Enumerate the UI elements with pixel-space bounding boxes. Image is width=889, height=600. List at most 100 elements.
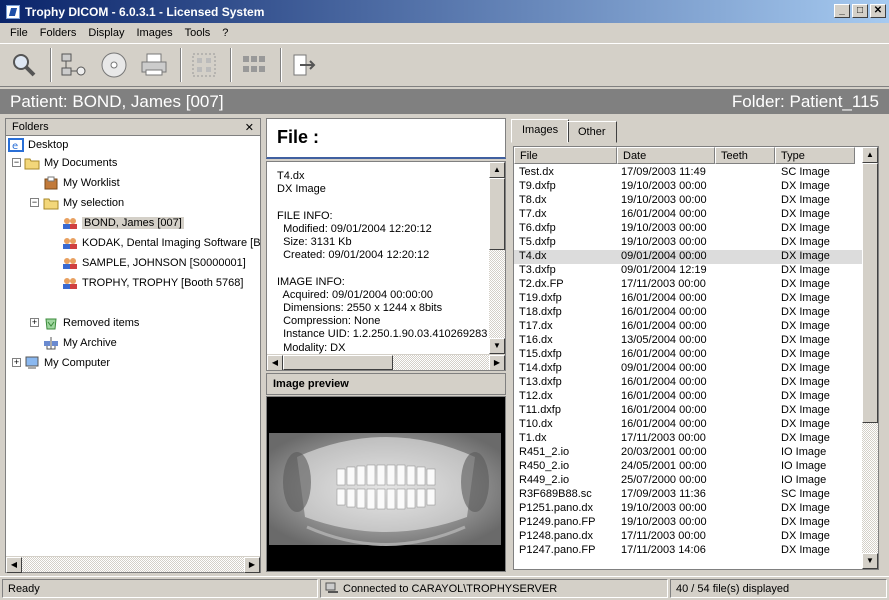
menu-help[interactable]: ? <box>216 27 234 39</box>
type-cell: DX Image <box>781 418 830 430</box>
tree-item-my-selection[interactable]: My selection <box>43 194 124 212</box>
table-row[interactable]: T2.dx.FP 17/11/2003 00:00 DX Image <box>514 278 862 292</box>
toolbar-separator <box>230 48 232 82</box>
table-row[interactable]: R449_2.io 25/07/2000 00:00 IO Image <box>514 474 862 488</box>
table-row[interactable]: T19.dxfp 16/01/2004 00:00 DX Image <box>514 292 862 306</box>
table-row[interactable]: T11.dxfp 16/01/2004 00:00 DX Image <box>514 404 862 418</box>
table-row[interactable]: T12.dx 16/01/2004 00:00 DX Image <box>514 390 862 404</box>
connection-text: Connected to CARAYOL\TROPHYSERVER <box>343 583 558 595</box>
file-name-cell: T6.dxfp <box>519 222 556 234</box>
table-row[interactable]: P1247.pano.FP 17/11/2003 14:06 DX Image <box>514 544 862 558</box>
expander-removed-items[interactable]: + <box>30 318 39 327</box>
mosaic-button[interactable] <box>236 47 272 83</box>
menu-tools[interactable]: Tools <box>179 27 217 39</box>
table-row[interactable]: T18.dxfp 16/01/2004 00:00 DX Image <box>514 306 862 320</box>
scroll-up-icon[interactable]: ▲ <box>862 147 878 163</box>
scroll-down-icon[interactable]: ▼ <box>862 553 878 569</box>
close-button[interactable]: ✕ <box>870 4 886 18</box>
table-row[interactable]: P1249.pano.FP 19/10/2003 00:00 DX Image <box>514 516 862 530</box>
table-row[interactable]: T7.dx 16/01/2004 00:00 DX Image <box>514 208 862 222</box>
table-row[interactable]: P1251.pano.dx 19/10/2003 00:00 DX Image <box>514 502 862 516</box>
date-cell: 19/10/2003 00:00 <box>621 516 707 528</box>
column-header-teeth[interactable]: Teeth <box>715 147 775 164</box>
folders-horizontal-scrollbar[interactable]: ◀ ▶ <box>6 556 260 573</box>
app-icon <box>6 4 20 19</box>
menu-images[interactable]: Images <box>131 27 179 39</box>
maximize-button[interactable]: □ <box>852 4 868 18</box>
file-list-vertical-scrollbar[interactable]: ▲ ▼ <box>862 147 878 569</box>
expander-my-computer[interactable]: + <box>12 358 21 367</box>
scroll-left-icon[interactable]: ◀ <box>267 355 283 370</box>
table-row[interactable]: T14.dxfp 09/01/2004 00:00 DX Image <box>514 362 862 376</box>
menu-folders[interactable]: Folders <box>34 27 83 39</box>
table-row[interactable]: Test.dx 17/09/2003 11:49 SC Image <box>514 166 862 180</box>
file-info-vertical-scrollbar[interactable]: ▲ ▼ <box>489 162 505 354</box>
menu-file[interactable]: File <box>4 27 34 39</box>
table-row[interactable]: P1248.pano.dx 17/11/2003 00:00 DX Image <box>514 530 862 544</box>
scroll-down-icon[interactable]: ▼ <box>489 338 505 354</box>
tree-item-my-documents[interactable]: My Documents <box>24 154 117 172</box>
tree-item-my-worklist[interactable]: My Worklist <box>43 174 120 192</box>
date-cell: 09/01/2004 12:19 <box>621 264 707 276</box>
tab-other[interactable]: Other <box>567 121 617 143</box>
table-row[interactable]: R3F689B88.sc 17/09/2003 11:36 SC Image <box>514 488 862 502</box>
type-cell: DX Image <box>781 222 830 234</box>
table-row[interactable]: R451_2.io 20/03/2001 00:00 IO Image <box>514 446 862 460</box>
scroll-left-icon[interactable]: ◀ <box>6 557 22 573</box>
type-cell: DX Image <box>781 348 830 360</box>
scroll-thumb[interactable] <box>862 163 878 423</box>
tree-item-patient-kodak[interactable]: KODAK, Dental Imaging Software [Bo <box>62 234 260 252</box>
tab-images[interactable]: Images <box>511 119 570 143</box>
table-row[interactable]: T8.dx 19/10/2003 00:00 DX Image <box>514 194 862 208</box>
tree-item-patient-sample[interactable]: SAMPLE, JOHNSON [S0000001] <box>62 254 246 272</box>
table-row[interactable]: T13.dxfp 16/01/2004 00:00 DX Image <box>514 376 862 390</box>
scroll-right-icon[interactable]: ▶ <box>244 557 260 573</box>
date-cell: 16/01/2004 00:00 <box>621 404 707 416</box>
scroll-right-icon[interactable]: ▶ <box>489 355 505 370</box>
table-row[interactable]: T4.dx 09/01/2004 00:00 DX Image <box>514 250 862 264</box>
cd-button[interactable] <box>96 47 132 83</box>
column-header-file[interactable]: File <box>514 147 617 164</box>
folders-close-icon[interactable]: ✕ <box>245 121 254 134</box>
tree-item-removed-items[interactable]: Removed items <box>43 314 139 332</box>
layout-button[interactable] <box>186 47 222 83</box>
table-row[interactable]: T3.dxfp 09/01/2004 12:19 DX Image <box>514 264 862 278</box>
tree-item-my-archive[interactable]: My Archive <box>43 334 117 352</box>
expander-my-selection[interactable]: − <box>30 198 39 207</box>
table-row[interactable]: T5.dxfp 19/10/2003 00:00 DX Image <box>514 236 862 250</box>
image-preview[interactable] <box>266 396 506 572</box>
patient-icon <box>63 258 77 269</box>
table-row[interactable]: T16.dx 13/05/2004 00:00 DX Image <box>514 334 862 348</box>
table-row[interactable]: T6.dxfp 19/10/2003 00:00 DX Image <box>514 222 862 236</box>
table-row[interactable]: T9.dxfp 19/10/2003 00:00 DX Image <box>514 180 862 194</box>
file-name-cell: Test.dx <box>519 166 554 178</box>
file-name-cell: T4.dx <box>519 250 547 262</box>
date-cell: 09/01/2004 00:00 <box>621 250 707 262</box>
cd-icon <box>101 52 127 78</box>
search-button[interactable] <box>6 47 42 83</box>
expander-my-documents[interactable]: − <box>12 158 21 167</box>
file-info-horizontal-scrollbar[interactable]: ◀ ▶ <box>267 354 505 370</box>
scroll-thumb[interactable] <box>283 355 393 370</box>
scroll-up-icon[interactable]: ▲ <box>489 162 505 178</box>
table-row[interactable]: T17.dx 16/01/2004 00:00 DX Image <box>514 320 862 334</box>
export-button[interactable] <box>286 47 322 83</box>
menu-display[interactable]: Display <box>82 27 130 39</box>
print-button[interactable] <box>136 47 172 83</box>
tree-item-patient-trophy[interactable]: TROPHY, TROPHY [Booth 5768] <box>62 274 243 292</box>
tree-item-patient-bond[interactable]: BOND, James [007] <box>62 214 184 232</box>
toolbar-separator <box>280 48 282 82</box>
table-row[interactable]: T15.dxfp 16/01/2004 00:00 DX Image <box>514 348 862 362</box>
column-header-date[interactable]: Date <box>617 147 715 164</box>
tree-item-desktop[interactable]: e Desktop <box>8 136 68 154</box>
minimize-button[interactable]: _ <box>834 4 850 18</box>
column-header-type[interactable]: Type <box>775 147 855 164</box>
tree-item-my-computer[interactable]: My Computer <box>24 354 110 372</box>
status-file-count: 40 / 54 file(s) displayed <box>670 579 887 598</box>
scroll-thumb[interactable] <box>489 178 505 250</box>
table-row[interactable]: R450_2.io 24/05/2001 00:00 IO Image <box>514 460 862 474</box>
file-info-panel: T4.dx DX Image FILE INFO: Modified: 09/0… <box>266 161 506 371</box>
table-row[interactable]: T1.dx 17/11/2003 00:00 DX Image <box>514 432 862 446</box>
table-row[interactable]: T10.dx 16/01/2004 00:00 DX Image <box>514 418 862 432</box>
network-button[interactable] <box>56 47 92 83</box>
